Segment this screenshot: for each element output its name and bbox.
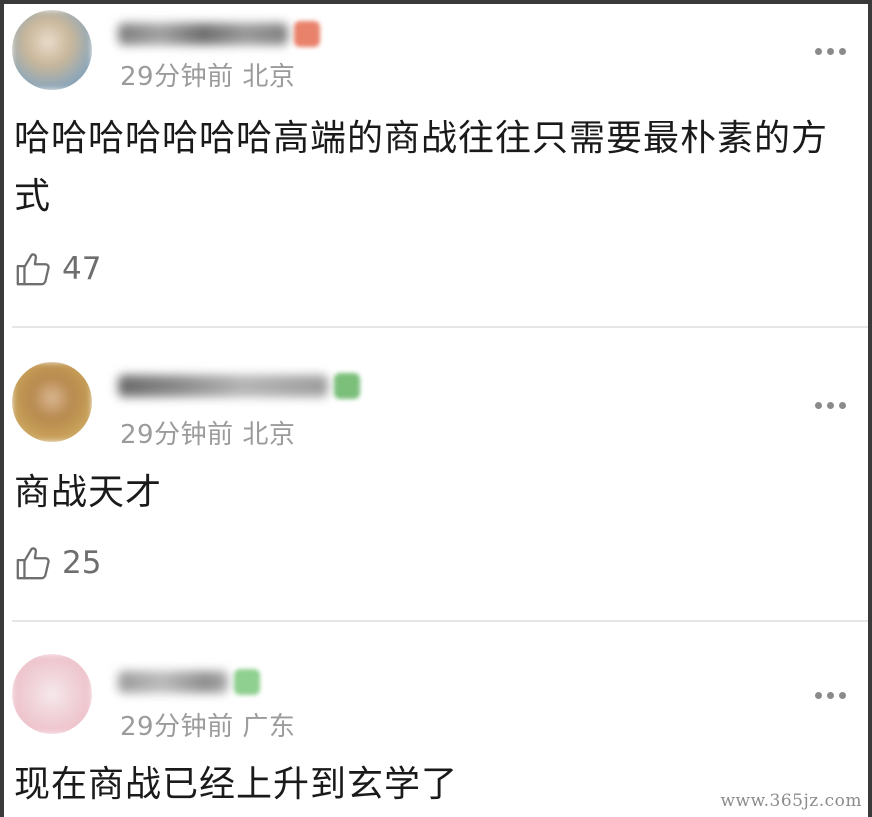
thumbs-up-icon — [16, 253, 50, 286]
comment-item: 29分钟前 北京 商战天才 25 — [4, 328, 868, 620]
comment-text: 哈哈哈哈哈哈哈高端的商战往往只需要最朴素的方式 — [14, 118, 829, 217]
level-badge-icon — [234, 669, 260, 695]
username-blurred[interactable] — [118, 666, 260, 698]
comment-text: 商战天才 — [14, 472, 163, 513]
avatar[interactable] — [12, 10, 92, 90]
comment-meta: 29分钟前 广东 — [120, 706, 295, 743]
username-blurred[interactable] — [118, 370, 360, 402]
comment-location: 广东 — [242, 712, 296, 742]
level-badge-icon — [334, 373, 360, 399]
comment-text: 现在商战已经上升到玄学了 — [14, 764, 459, 805]
avatar[interactable] — [12, 362, 92, 442]
thumbs-up-icon — [16, 547, 50, 580]
comment-meta: 29分钟前 北京 — [120, 56, 295, 93]
level-badge-icon — [294, 21, 320, 47]
comment-list: 29分钟前 北京 哈哈哈哈哈哈哈高端的商战往往只需要最朴素的方式 47 29分钟… — [0, 0, 872, 817]
comment-time: 29分钟前 — [120, 62, 234, 92]
more-dots-icon[interactable] — [815, 402, 846, 409]
more-dots-icon[interactable] — [815, 48, 846, 55]
username-blurred[interactable] — [118, 18, 320, 50]
comment-item: 29分钟前 广东 现在商战已经上升到玄学了 — [4, 622, 868, 817]
like-count: 47 — [62, 251, 102, 287]
comment-time: 29分钟前 — [120, 712, 234, 742]
like-button[interactable]: 25 — [14, 544, 101, 582]
comment-location: 北京 — [242, 420, 296, 450]
like-count: 25 — [62, 545, 102, 581]
like-button[interactable]: 47 — [14, 250, 101, 288]
watermark: www.365jz.com — [720, 791, 862, 811]
comment-meta: 29分钟前 北京 — [120, 414, 295, 451]
avatar[interactable] — [12, 654, 92, 734]
comment-time: 29分钟前 — [120, 420, 234, 450]
comment-location: 北京 — [242, 62, 296, 92]
more-dots-icon[interactable] — [815, 692, 846, 699]
comment-item: 29分钟前 北京 哈哈哈哈哈哈哈高端的商战往往只需要最朴素的方式 47 — [4, 4, 868, 326]
